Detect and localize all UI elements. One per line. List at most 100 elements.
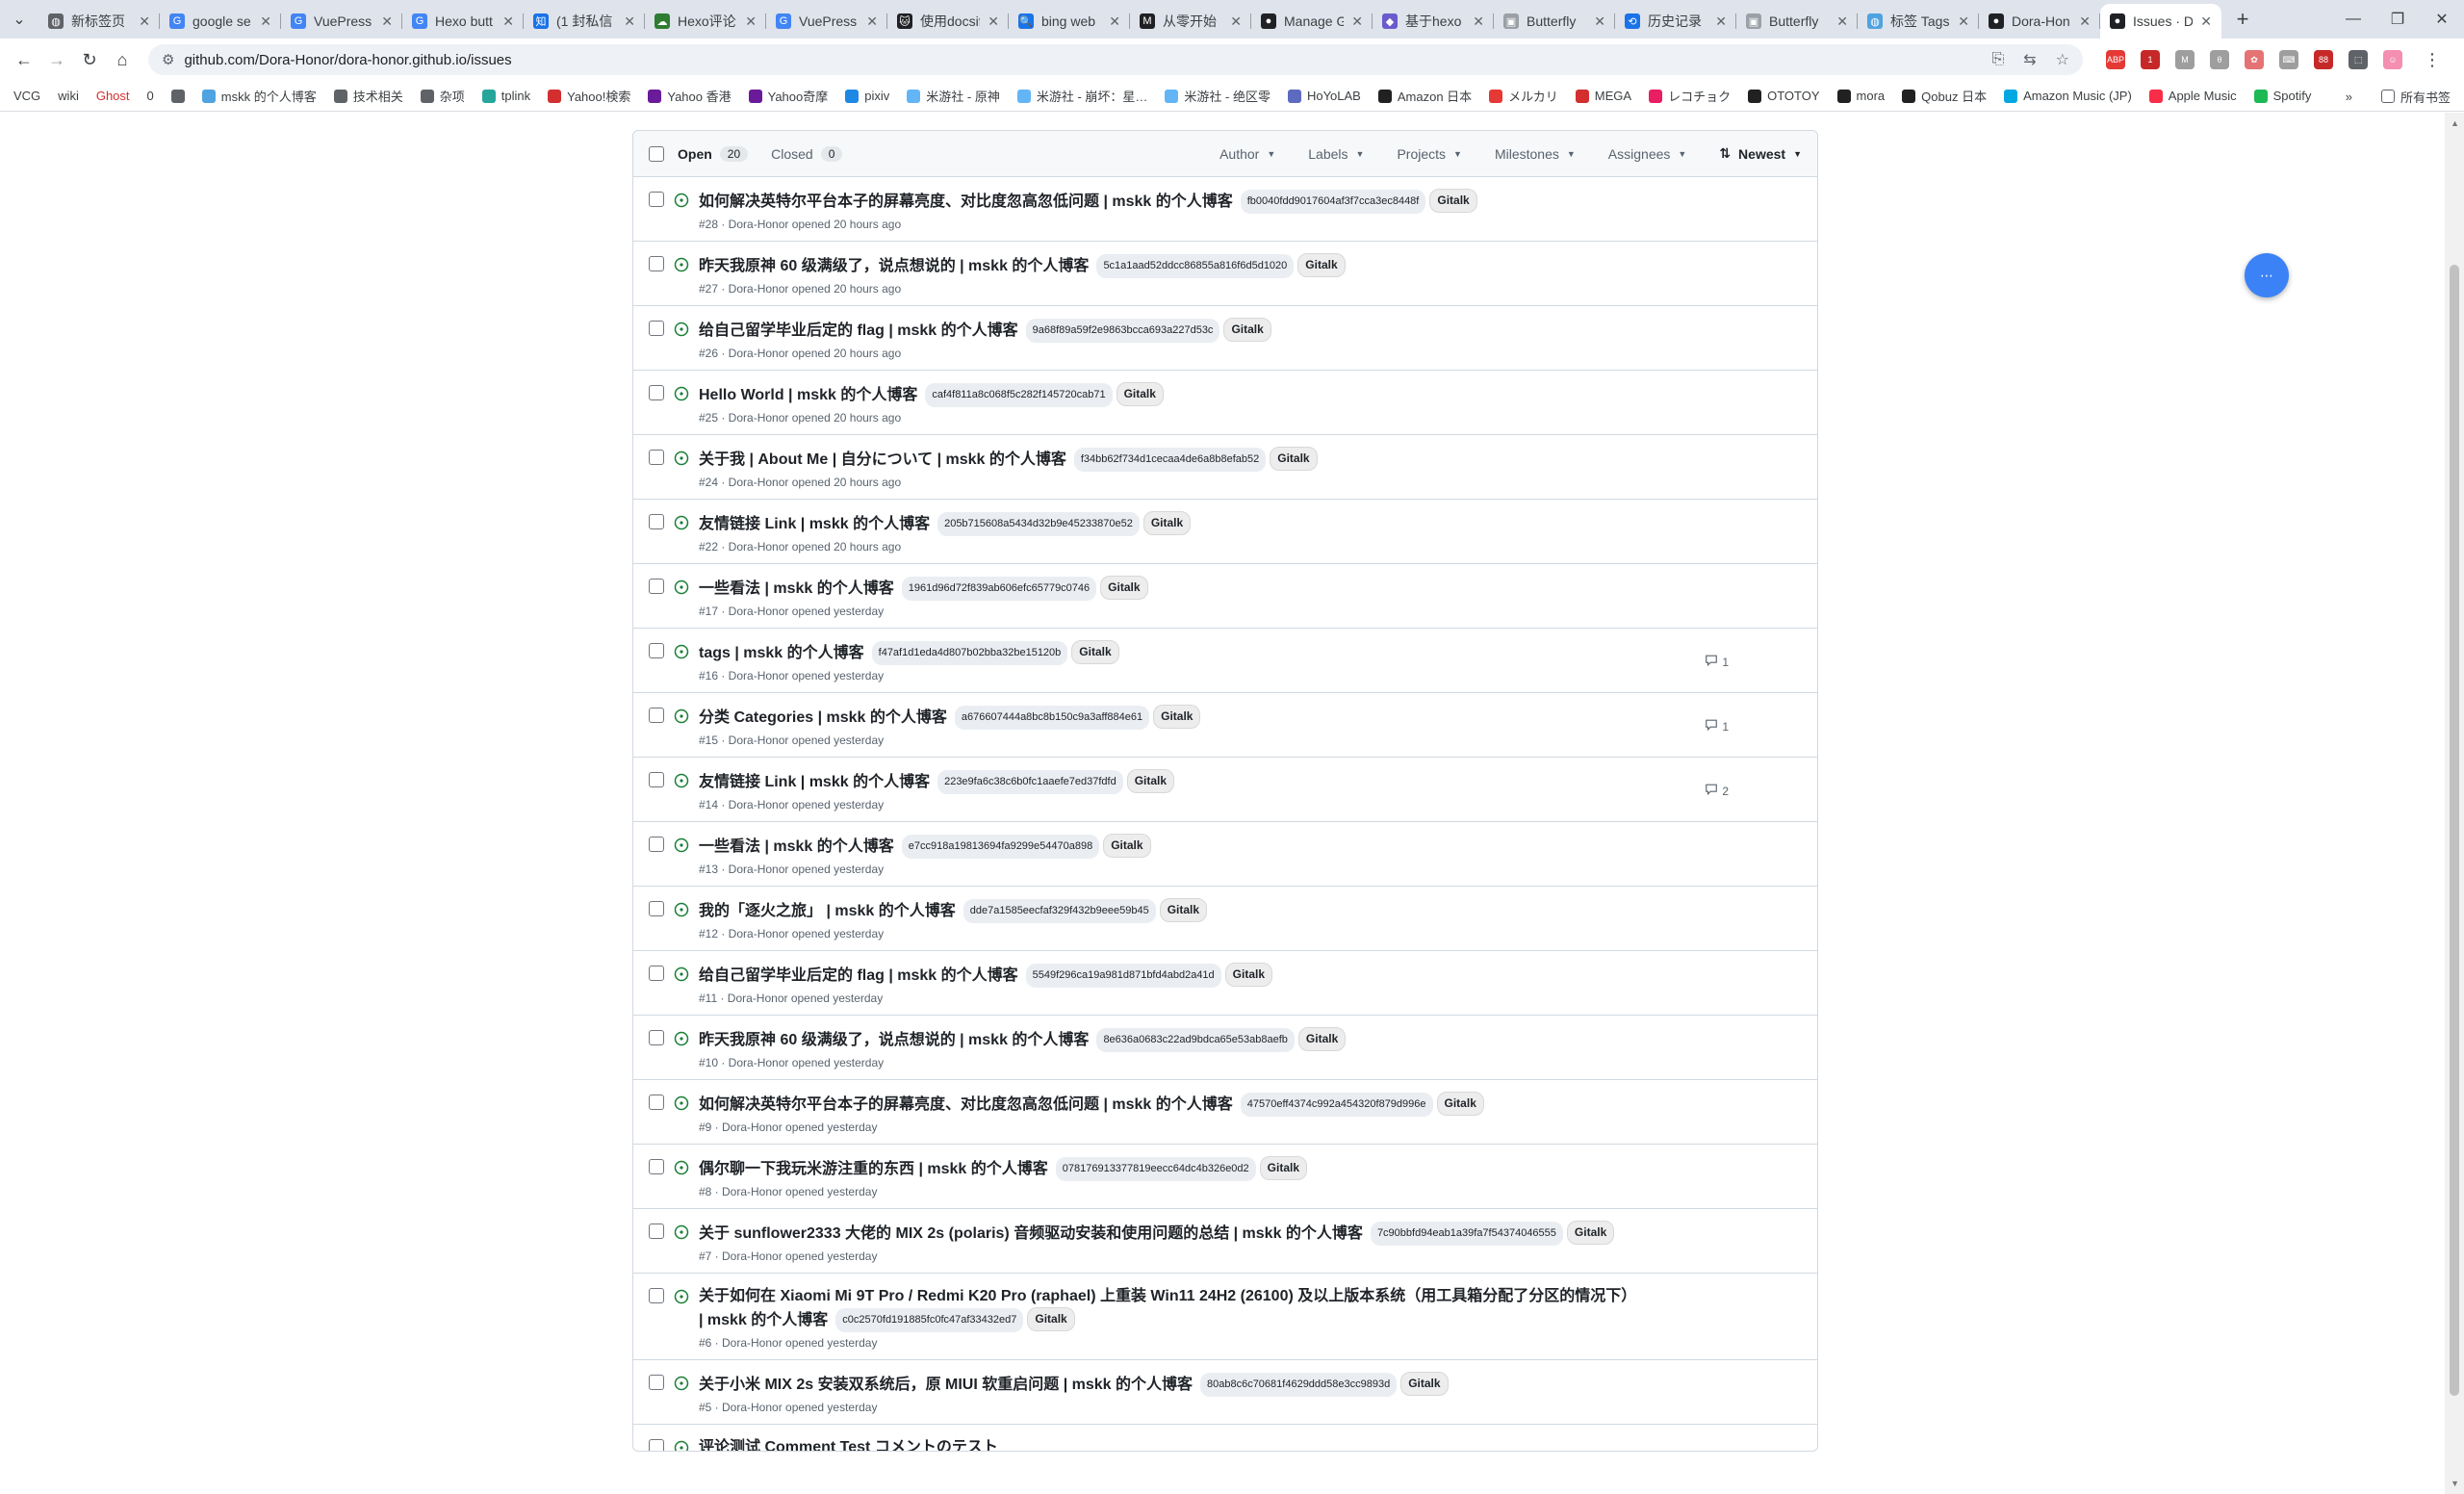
back-icon[interactable]: ← (8, 43, 40, 76)
issue-hash-label[interactable]: fb0040fdd9017604af3f7cca3ec8448f (1240, 190, 1426, 214)
issue-hash-label[interactable]: a676607444a8bc8b150c9a3aff884e61 (954, 706, 1150, 730)
bookmarks-overflow-icon[interactable]: » (2346, 90, 2352, 104)
issue-row[interactable]: 分类 Categories | mskk 的个人博客 a676607444a8bc… (633, 693, 1817, 758)
extension-icon[interactable]: θ (2210, 50, 2229, 69)
bookmark-item[interactable]: 米游社 - 崩坏：星… (1016, 87, 1147, 105)
issue-checkbox[interactable] (649, 1288, 664, 1303)
close-window-icon[interactable]: ✕ (2420, 0, 2464, 39)
browser-tab[interactable]: 🔍 bing web ✕ (1009, 6, 1130, 37)
issue-checkbox[interactable] (649, 1159, 664, 1174)
browser-tab[interactable]: ◍ 新标签页 ✕ (38, 6, 160, 37)
tab-close-icon[interactable]: ✕ (2200, 13, 2212, 30)
issue-checkbox[interactable] (649, 1030, 664, 1045)
issue-title-link[interactable]: 分类 Categories | mskk 的个人博客 (699, 709, 947, 726)
site-info-icon[interactable]: ⚙ (162, 51, 174, 68)
bookmark-item[interactable]: Amazon Music (JP) (2004, 89, 2132, 103)
scroll-up-icon[interactable]: ▲ (2451, 118, 2459, 128)
bookmark-item[interactable]: mora (1836, 89, 1885, 103)
issue-checkbox[interactable] (649, 256, 664, 271)
bookmark-item[interactable]: Yahoo!検索 (548, 87, 630, 105)
browser-tab[interactable]: 知 (1 封私信 ✕ (524, 6, 645, 37)
issue-label[interactable]: Gitalk (1429, 189, 1477, 213)
address-url[interactable]: github.com/Dora-Honor/dora-honor.github.… (184, 52, 1972, 68)
tab-close-icon[interactable]: ✕ (866, 13, 878, 30)
issue-title-link[interactable]: 如何解决英特尔平台本子的屏幕亮度、对比度忽高忽低问题 | mskk 的个人博客 (699, 193, 1233, 210)
issue-label[interactable]: Gitalk (1116, 382, 1164, 406)
issue-label[interactable]: Gitalk (1224, 963, 1273, 987)
issue-hash-label[interactable]: 205b715608a5434d32b9e45233870e52 (937, 512, 1140, 536)
issue-checkbox[interactable] (649, 450, 664, 465)
issue-checkbox[interactable] (649, 385, 664, 400)
browser-tab[interactable]: G VuePress ✕ (281, 6, 402, 37)
issue-label[interactable]: Gitalk (1027, 1307, 1075, 1331)
browser-tab[interactable]: ☁ Hexo评论 ✕ (645, 6, 766, 37)
issue-row[interactable]: Hello World | mskk 的个人博客 caf4f811a8c068f5… (633, 371, 1817, 435)
open-filter[interactable]: Open 20 (678, 145, 749, 162)
issue-hash-label[interactable]: 5549f296ca19a981d871bfd4abd2a41d (1025, 964, 1221, 988)
issue-label[interactable]: Gitalk (1159, 898, 1208, 922)
issue-label[interactable]: Gitalk (1566, 1221, 1615, 1245)
tab-close-icon[interactable]: ✕ (988, 13, 999, 30)
bookmark-item[interactable]: wiki (58, 89, 79, 103)
issue-hash-label[interactable]: 078176913377819eecc64dc4b326e0d2 (1055, 1157, 1256, 1181)
browser-tab[interactable]: ● Dora-Hon ✕ (1979, 6, 2100, 37)
issue-row[interactable]: 给自己留学毕业后定的 flag | mskk 的个人博客 5549f296ca19… (633, 951, 1817, 1016)
browser-tab[interactable]: G VuePress ✕ (766, 6, 887, 37)
issue-title-link[interactable]: 关于 sunflower2333 大佬的 MIX 2s (polaris) 音频… (699, 1225, 1363, 1242)
restore-icon[interactable]: ❐ (2375, 0, 2420, 39)
issue-row[interactable]: 关于如何在 Xiaomi Mi 9T Pro / Redmi K20 Pro (… (633, 1274, 1817, 1360)
bookmark-item[interactable]: Yahoo奇摩 (748, 87, 828, 105)
bookmark-item[interactable]: pixiv (845, 89, 889, 103)
issue-title-link[interactable]: 友情链接 Link | mskk 的个人博客 (699, 516, 930, 532)
issue-title-link[interactable]: 关于我 | About Me | 自分について | mskk 的个人博客 (699, 451, 1066, 468)
page-scrollbar[interactable]: ▲ ▼ (2445, 113, 2464, 1494)
extension-icon[interactable]: ⬚ (2348, 50, 2368, 69)
sort-dropdown[interactable]: ⇅ Newest ▼ (1719, 145, 1802, 162)
issue-row[interactable]: 昨天我原神 60 级满级了，说点想说的 | mskk 的个人博客 8e636a06… (633, 1016, 1817, 1080)
milestones-filter[interactable]: Milestones ▼ (1495, 146, 1576, 162)
bookmark-star-icon[interactable]: ☆ (2056, 50, 2069, 69)
issue-comments-link[interactable]: 1 (1705, 718, 1729, 734)
address-bar[interactable]: ⚙ github.com/Dora-Honor/dora-honor.githu… (148, 44, 2083, 75)
issue-label[interactable]: Gitalk (1142, 511, 1192, 535)
issue-hash-label[interactable]: e7cc918a19813694fa9299e54470a898 (901, 835, 1100, 859)
bookmark-item[interactable]: tplink (481, 89, 530, 103)
projects-filter[interactable]: Projects ▼ (1397, 146, 1462, 162)
home-icon[interactable]: ⌂ (106, 43, 139, 76)
bookmark-item[interactable]: MEGA (1575, 89, 1631, 103)
labels-filter[interactable]: Labels ▼ (1308, 146, 1364, 162)
tab-close-icon[interactable]: ✕ (624, 13, 635, 30)
issue-hash-label[interactable]: 47570eff4374c992a454320f879d996e (1240, 1093, 1433, 1117)
bookmark-item[interactable]: mskk 的个人博客 (201, 87, 317, 105)
issue-title-link[interactable]: 友情链接 Link | mskk 的个人博客 (699, 774, 930, 790)
issue-hash-label[interactable]: 9a68f89a59f2e9863bcca693a227d53c (1025, 319, 1220, 343)
issue-hash-label[interactable]: 7c90bbfd94eab1a39fa7f54374046555 (1370, 1222, 1563, 1246)
issue-checkbox[interactable] (649, 1439, 664, 1451)
new-tab-icon[interactable]: + (2225, 2, 2260, 37)
select-all-checkbox[interactable] (649, 145, 664, 162)
tab-close-icon[interactable]: ✕ (1351, 13, 1363, 30)
issue-row[interactable]: 一些看法 | mskk 的个人博客 e7cc918a19813694fa9299e… (633, 822, 1817, 887)
issue-hash-label[interactable]: 5c1a1aad52ddcc86855a816f6d5d1020 (1096, 254, 1295, 278)
extension-icon[interactable]: 88 (2314, 50, 2333, 69)
issue-label[interactable]: Gitalk (1297, 253, 1346, 277)
tab-close-icon[interactable]: ✕ (1958, 13, 1969, 30)
scroll-thumb[interactable] (2450, 265, 2459, 1396)
issue-label[interactable]: Gitalk (1100, 576, 1148, 600)
issue-row[interactable]: 给自己留学毕业后定的 flag | mskk 的个人博客 9a68f89a59f2… (633, 306, 1817, 371)
issue-hash-label[interactable]: caf4f811a8c068f5c282f145720cab71 (925, 383, 1113, 407)
issue-row[interactable]: 一些看法 | mskk 的个人博客 1961d96d72f839ab606efc6… (633, 564, 1817, 629)
menu-icon[interactable]: ⋮ (2416, 43, 2449, 76)
bookmark-item[interactable]: VCG (13, 89, 40, 103)
issue-title-link[interactable]: Hello World | mskk 的个人博客 (699, 387, 917, 403)
issue-hash-label[interactable]: f34bb62f734d1cecaa4de6a8b8efab52 (1073, 448, 1267, 472)
issue-comments-link[interactable]: 2 (1705, 783, 1729, 799)
tab-close-icon[interactable]: ✕ (381, 13, 393, 30)
issue-checkbox[interactable] (649, 966, 664, 981)
issue-hash-label[interactable]: 223e9fa6c38c6b0fc1aaefe7ed37fdfd (937, 770, 1123, 794)
issue-title-link[interactable]: 如何解决英特尔平台本子的屏幕亮度、对比度忽高忽低问题 | mskk 的个人博客 (699, 1096, 1233, 1113)
bookmark-item[interactable]: 米游社 - 原神 (907, 87, 1000, 105)
issue-label[interactable]: Gitalk (1223, 318, 1271, 342)
tab-close-icon[interactable]: ✕ (1594, 13, 1605, 30)
issue-row[interactable]: 关于我 | About Me | 自分について | mskk 的个人博客 f34b… (633, 435, 1817, 500)
